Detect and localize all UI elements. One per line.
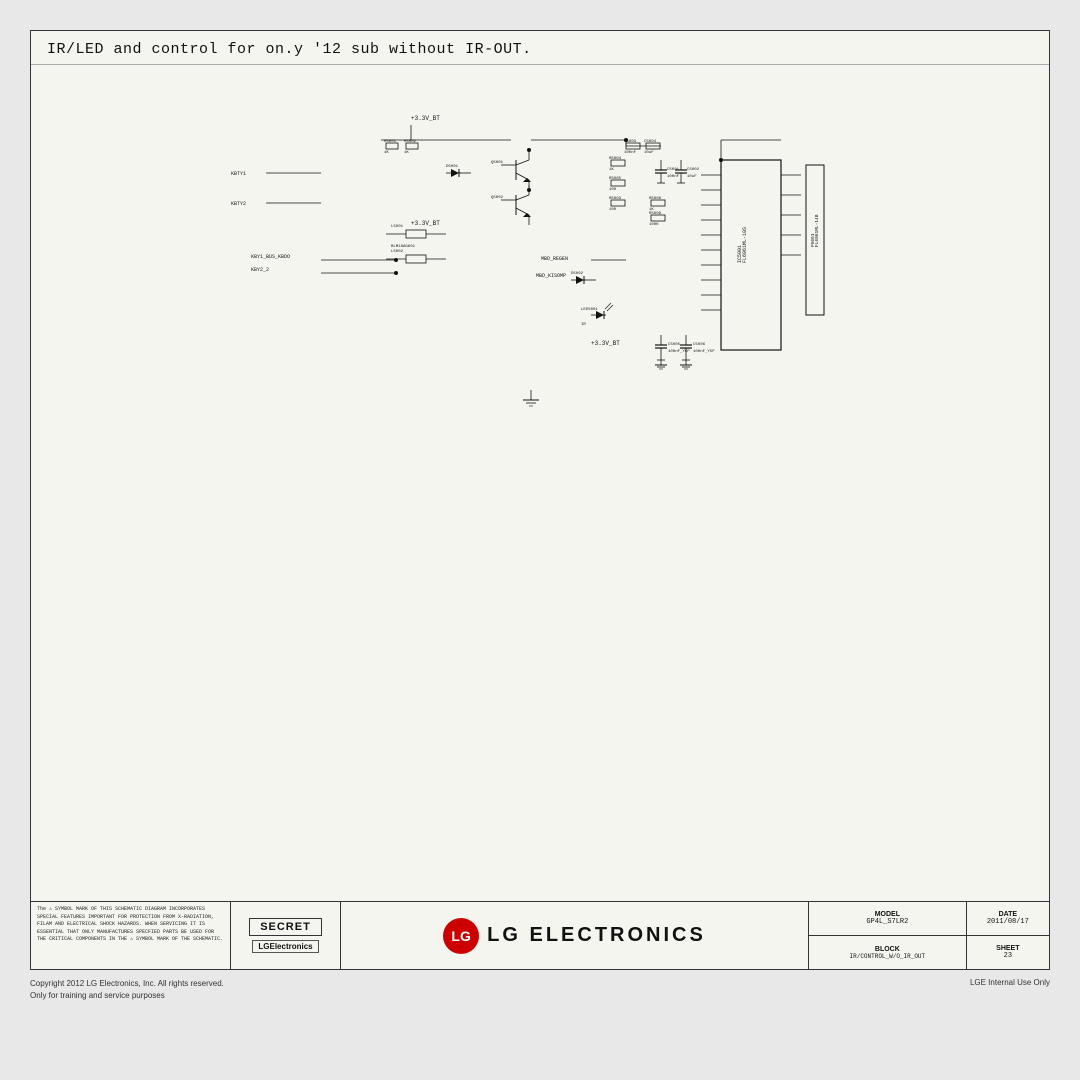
footer-model-cell: MODEL GP4L_S7LR2 [809, 902, 967, 935]
svg-text:100nF_Y5P: 100nF_Y5P [668, 350, 690, 354]
svg-text:L5001: L5001 [391, 225, 404, 229]
svg-text:R5002: R5002 [404, 140, 417, 144]
svg-text:+3.3V_BT: +3.3V_BT [591, 340, 620, 347]
diagram-area: +3.3V_BT +3.3V_BT +3.3V_BT R5001 1K R500… [31, 65, 1049, 901]
svg-text:1K: 1K [609, 168, 614, 172]
svg-text:FL6961ML-14B: FL6961ML-14B [814, 214, 820, 247]
svg-text:R5005: R5005 [609, 177, 622, 181]
footer-date-cell: DATE 2011/08/17 [967, 902, 1049, 935]
lg-logo: LG LG ELECTRONICS [443, 918, 706, 954]
svg-text:C5004: C5004 [644, 140, 657, 144]
warning-icon: ⚠ [49, 906, 52, 912]
sheet-value: 23 [1004, 952, 1012, 960]
svg-text:BLM18AG601: BLM18AG601 [391, 245, 416, 249]
svg-text:C5005: C5005 [668, 343, 681, 347]
svg-text:D5001: D5001 [446, 165, 459, 169]
footer-secret-area: SECRET LGElectronics [231, 902, 341, 969]
svg-text:C5006: C5006 [693, 343, 706, 347]
svg-text:FL6961ML-10S: FL6961ML-10S [742, 227, 748, 263]
svg-text:R5004: R5004 [609, 157, 622, 161]
model-label: MODEL [875, 911, 900, 918]
lg-circle-icon: LG [443, 918, 479, 954]
svg-text:100: 100 [609, 188, 617, 192]
svg-text:L5002: L5002 [391, 250, 404, 254]
svg-text:100K: 100K [649, 223, 659, 227]
warning-text: The ⚠ SYMBOL MARK OF THIS SCHEMATIC DIAG… [37, 906, 224, 944]
svg-text:C5002: C5002 [687, 168, 700, 172]
svg-text:10uF: 10uF [687, 175, 697, 179]
svg-text:Q5001: Q5001 [491, 161, 504, 165]
svg-text:MBD_REGEN: MBD_REGEN [541, 256, 568, 262]
model-value: GP4L_S7LR2 [866, 918, 908, 926]
svg-text:100nF: 100nF [624, 151, 637, 155]
footer-block-sheet-row: BLOCK IR/CONTROL_W/O_IR_OUT SHEET 23 [809, 936, 1049, 969]
bottom-credits: Copyright 2012 LG Electronics, Inc. All … [30, 978, 1050, 1002]
training-text: Only for training and service purposes [30, 991, 165, 1000]
page: IR/LED and control for on.y '12 sub with… [0, 0, 1080, 1080]
footer: The ⚠ SYMBOL MARK OF THIS SCHEMATIC DIAG… [31, 901, 1049, 969]
footer-sheet-cell: SHEET 23 [967, 936, 1049, 969]
credits-right: LGE Internal Use Only [970, 978, 1050, 1002]
svg-text:+3.3V_BT: +3.3V_BT [411, 115, 440, 122]
lg-brand-text: LG ELECTRONICS [487, 924, 706, 947]
block-label: BLOCK [875, 946, 900, 953]
svg-text:R5003: R5003 [609, 197, 622, 201]
svg-text:100nF: 100nF [667, 175, 680, 179]
sheet-title: IR/LED and control for on.y '12 sub with… [31, 31, 1049, 65]
svg-text:LED5001: LED5001 [581, 308, 598, 312]
footer-right: MODEL GP4L_S7LR2 DATE 2011/08/17 BLOCK I… [809, 902, 1049, 969]
secret-label: SECRET [249, 918, 322, 936]
circuit-diagram: +3.3V_BT +3.3V_BT +3.3V_BT R5001 1K R500… [231, 105, 831, 425]
warning-icon-2: ⚠ [130, 936, 133, 942]
svg-text:100nF_Y5P: 100nF_Y5P [693, 350, 715, 354]
svg-text:R5001: R5001 [384, 140, 397, 144]
schematic-sheet: IR/LED and control for on.y '12 sub with… [30, 30, 1050, 970]
svg-text:R5008: R5008 [649, 197, 662, 201]
date-label: DATE [999, 911, 1018, 918]
block-value: IR/CONTROL_W/O_IR_OUT [850, 953, 926, 960]
svg-text:10uF: 10uF [644, 151, 654, 155]
footer-warning: The ⚠ SYMBOL MARK OF THIS SCHEMATIC DIAG… [31, 902, 231, 969]
svg-text:+3.3V_BT: +3.3V_BT [411, 220, 440, 227]
svg-text:1K: 1K [384, 151, 389, 155]
svg-text:IR: IR [581, 323, 586, 327]
svg-text:KBTY2: KBTY2 [231, 201, 246, 207]
copyright-text: Copyright 2012 LG Electronics, Inc. All … [30, 979, 224, 988]
svg-text:1K: 1K [404, 151, 409, 155]
footer-model-date-row: MODEL GP4L_S7LR2 DATE 2011/08/17 [809, 902, 1049, 936]
svg-text:KBY1_BUS_KBDO: KBY1_BUS_KBDO [251, 254, 290, 260]
date-value: 2011/08/17 [987, 918, 1029, 926]
credits-left: Copyright 2012 LG Electronics, Inc. All … [30, 978, 224, 1002]
brand-label: LGElectronics [252, 940, 318, 953]
svg-text:KBY2_2: KBY2_2 [251, 267, 269, 273]
svg-text:Q5002: Q5002 [491, 196, 504, 200]
sheet-label: SHEET [996, 945, 1019, 952]
svg-text:KBTY1: KBTY1 [231, 171, 246, 177]
footer-block-cell: BLOCK IR/CONTROL_W/O_IR_OUT [809, 936, 967, 969]
svg-text:D5002: D5002 [571, 272, 584, 276]
svg-text:MBD_KISOMP: MBD_KISOMP [536, 273, 566, 279]
svg-text:R5009: R5009 [649, 212, 662, 216]
svg-text:100: 100 [609, 208, 617, 212]
footer-logo-area: LG LG ELECTRONICS [341, 902, 809, 969]
